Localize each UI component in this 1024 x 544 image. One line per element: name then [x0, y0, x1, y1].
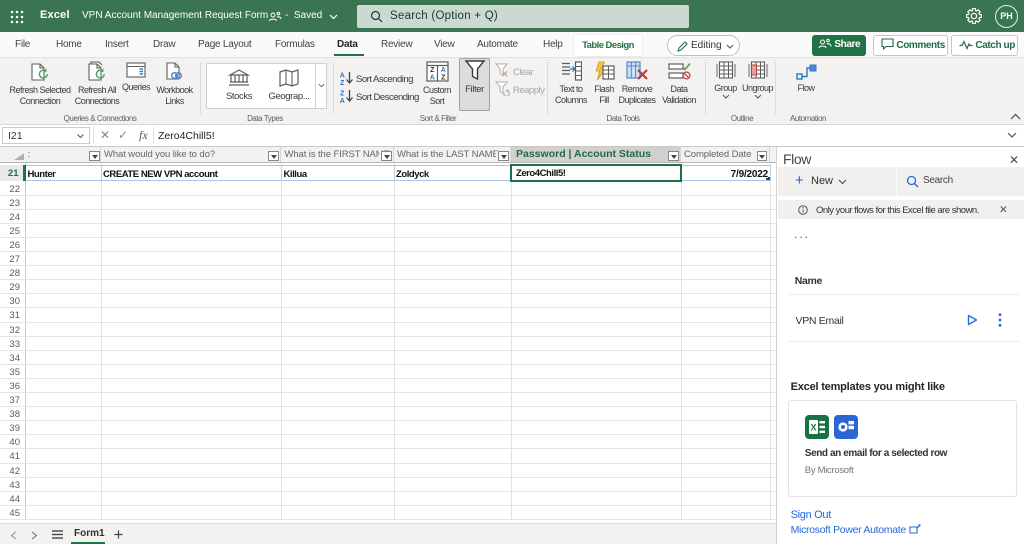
svg-text:A: A	[340, 98, 345, 103]
svg-text:A: A	[440, 67, 445, 74]
svg-text:Z: Z	[340, 80, 345, 85]
svg-text:Z: Z	[340, 91, 345, 98]
svg-text:A: A	[340, 73, 345, 80]
svg-text:A: A	[429, 75, 434, 82]
svg-text:X: X	[810, 423, 816, 433]
